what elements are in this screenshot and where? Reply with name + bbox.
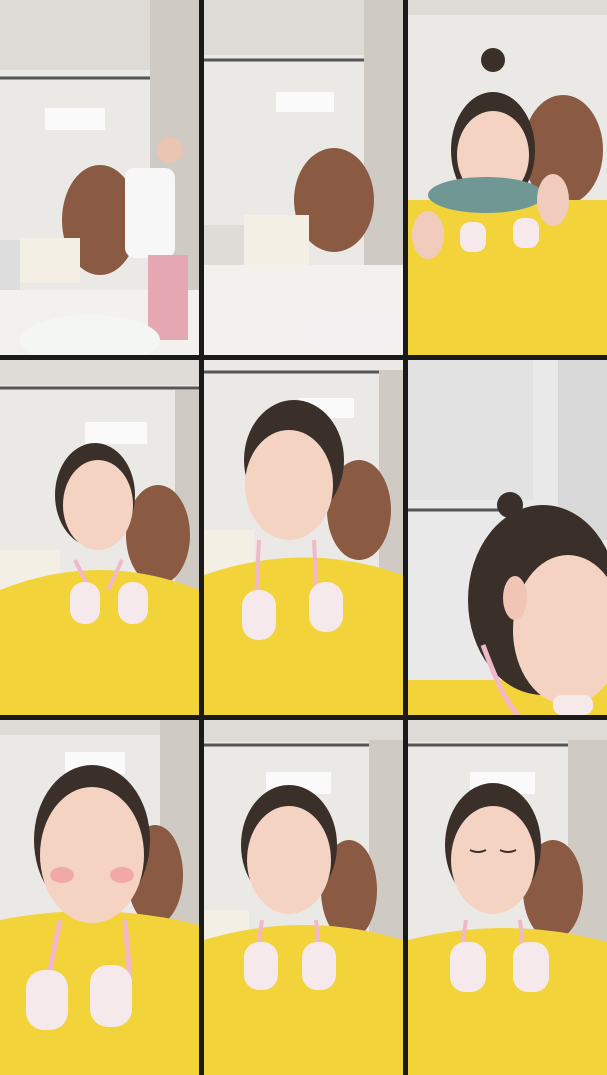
neck-massager-icon: [244, 942, 278, 990]
frame-2: [204, 0, 403, 355]
neck-massager-icon: [90, 965, 132, 1027]
neck-massager-icon: [242, 590, 276, 640]
frame-2-image: [204, 0, 403, 355]
air-conditioner-icon: [276, 92, 334, 112]
frame-8-image: [204, 720, 403, 1075]
frame-6: [408, 360, 607, 715]
neck-massager-icon: [460, 222, 486, 252]
neck-massager-icon: [118, 582, 148, 624]
neck-massager-icon: [26, 970, 68, 1030]
frame-9: [408, 720, 607, 1075]
frame-4-image: [0, 360, 199, 715]
hanging-chair-icon: [126, 485, 190, 585]
neck-massager-icon: [309, 582, 343, 632]
frame-6-image: [408, 360, 607, 715]
neck-massager-icon: [553, 695, 593, 715]
neck-massager-icon: [302, 942, 336, 990]
air-conditioner-icon: [85, 422, 147, 444]
neck-massager-icon: [513, 218, 539, 248]
neck-massager-icon: [450, 942, 486, 992]
frame-3-image: [408, 0, 607, 355]
frame-7-image: [0, 720, 199, 1075]
neck-massager-icon: [513, 942, 549, 992]
frame-1: [0, 0, 199, 355]
frame-8: [204, 720, 403, 1075]
frame-3: [408, 0, 607, 355]
neck-massager-icon: [70, 582, 100, 624]
frame-9-image: [408, 720, 607, 1075]
frame-7: [0, 720, 199, 1075]
frame-5: [204, 360, 403, 715]
frame-1-image: [0, 0, 199, 355]
frame-5-image: [204, 360, 403, 715]
video-frame-grid: [0, 0, 607, 1075]
air-conditioner-icon: [45, 108, 105, 130]
frame-4: [0, 360, 199, 715]
